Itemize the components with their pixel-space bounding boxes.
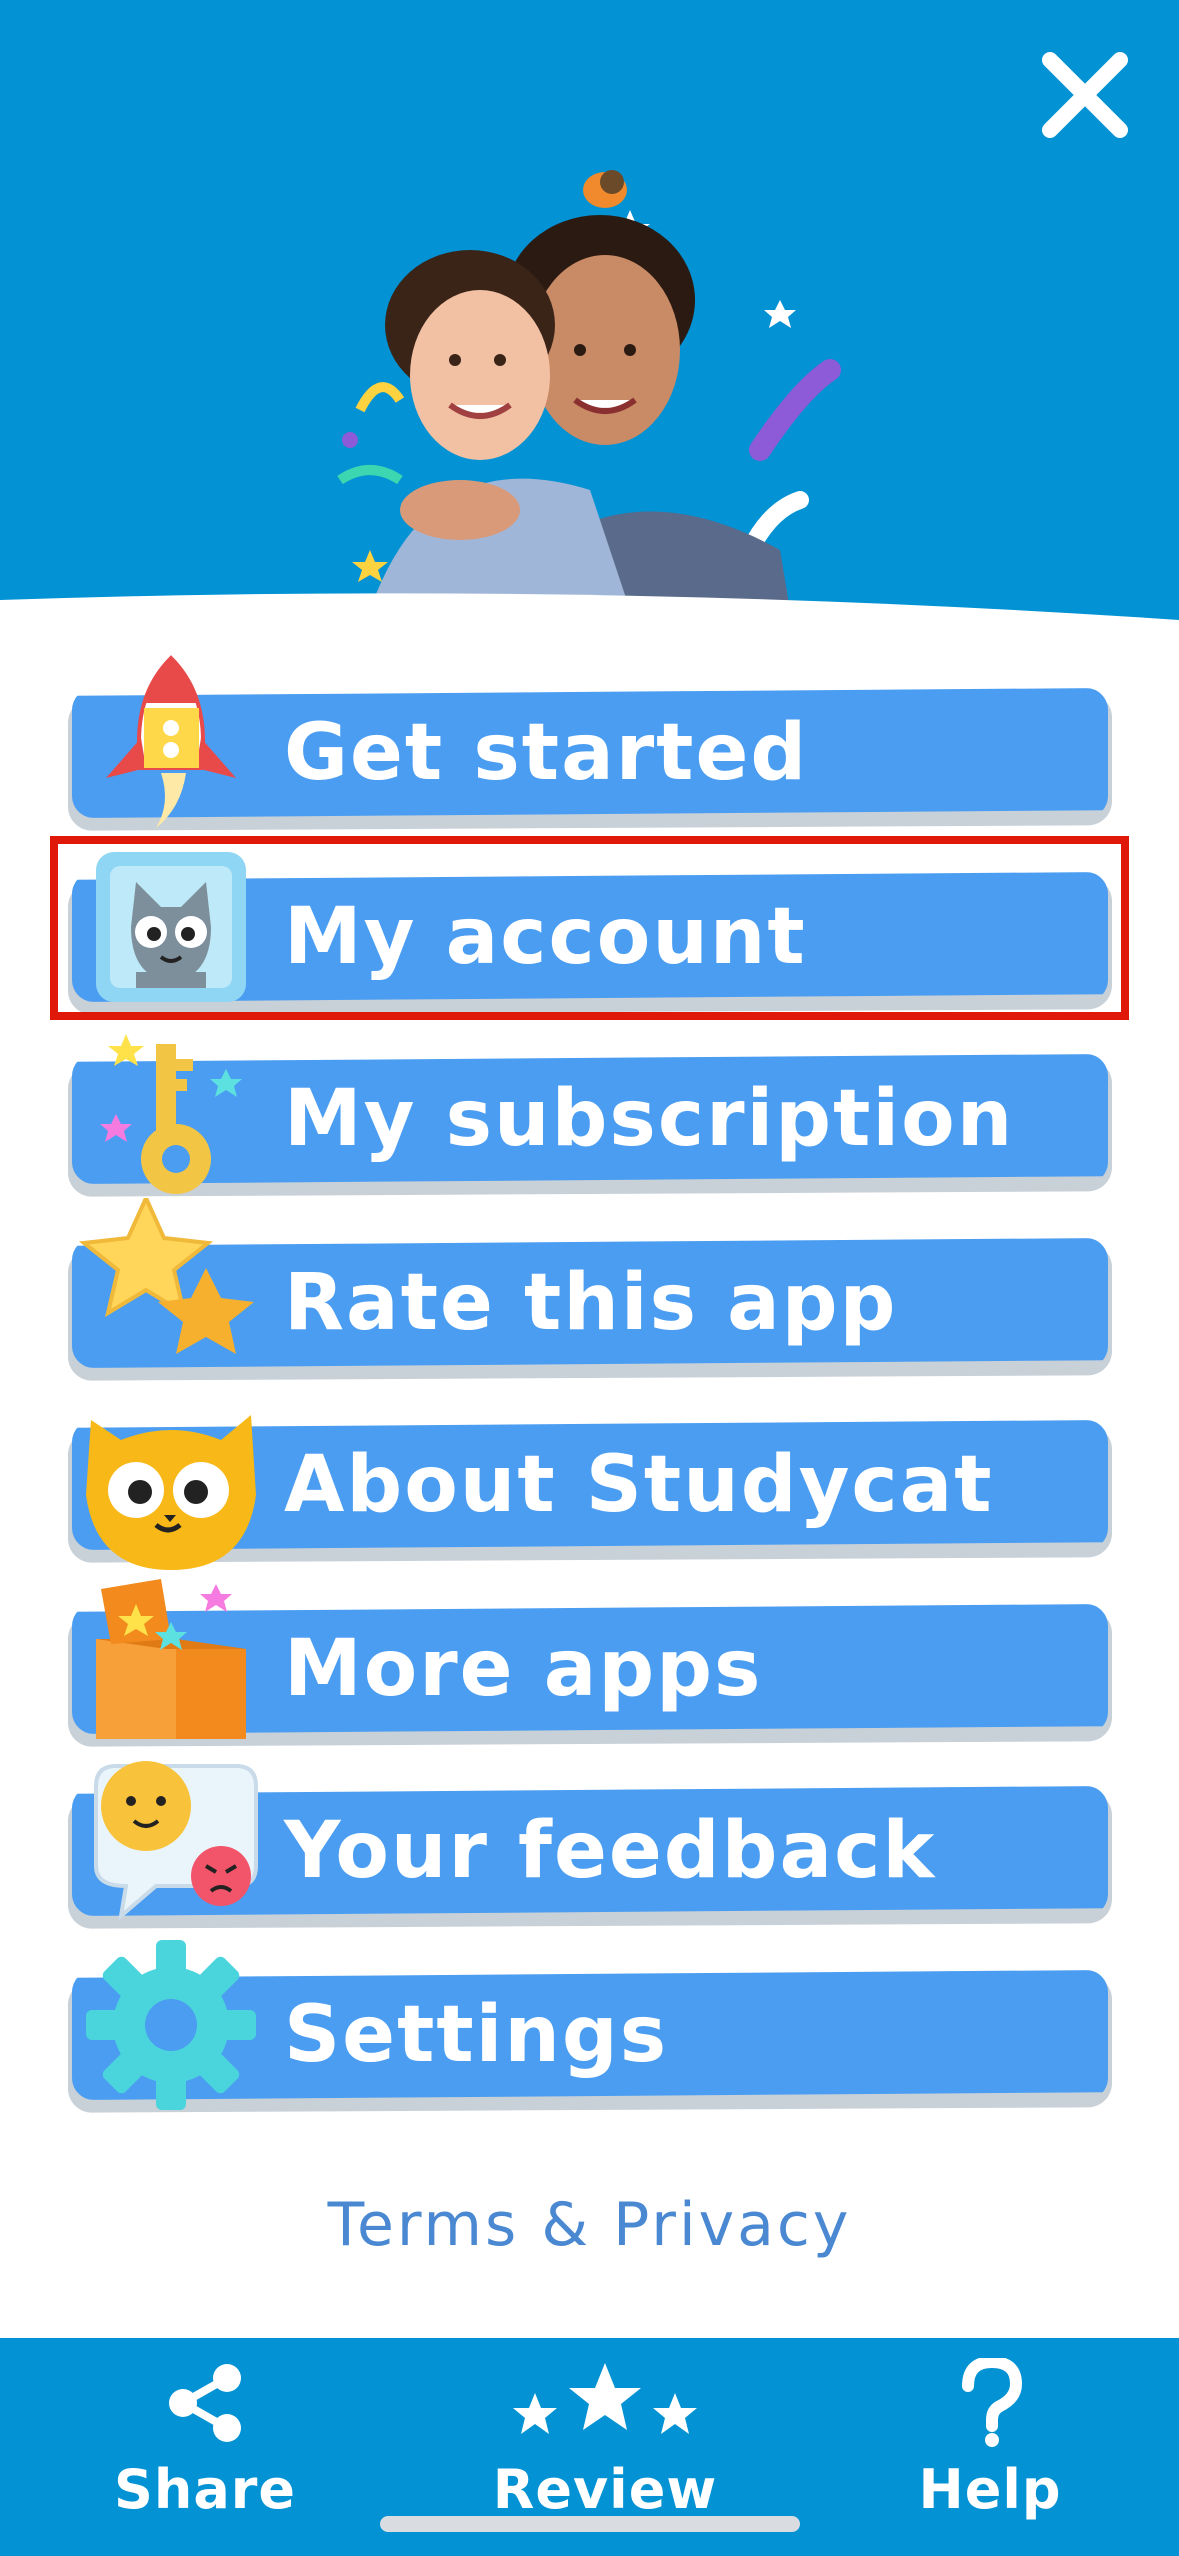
rate-this-app-button[interactable]: Rate this app [68,1198,1112,1381]
menu-item-label: Rate this app [284,1258,898,1348]
review-stars-icon [513,2363,697,2434]
your-feedback-button[interactable]: Your feedback [68,1761,1112,1929]
feedback-bubble-icon [94,1761,258,1922]
my-subscription-button[interactable]: My subscription [68,1034,1112,1197]
more-apps-button[interactable]: More apps [68,1579,1112,1747]
help-tab[interactable]: Help [840,2358,1140,2538]
menu-list: Get started My account My subscription R… [0,0,1179,2556]
review-tab[interactable]: Review [455,2358,755,2538]
terms-privacy-link[interactable]: Terms & Privacy [0,2180,1179,2270]
studycat-face-icon [86,1415,256,1570]
key-icon [100,1034,242,1194]
menu-item-label: Get started [284,708,809,798]
get-started-button[interactable]: Get started [68,655,1112,831]
stars-icon [78,1198,254,1354]
review-label: Review [492,2458,718,2521]
selection-highlight [50,836,1129,1020]
settings-button[interactable]: Settings [68,1940,1112,2113]
share-icon [169,2364,241,2442]
menu-item-label: More apps [284,1624,763,1714]
menu-item-label: Your feedback [284,1806,937,1896]
share-tab[interactable]: Share [55,2358,355,2538]
menu-item-label: My subscription [284,1074,1015,1164]
share-label: Share [113,2458,297,2521]
home-indicator[interactable] [380,2516,800,2532]
question-mark-icon [962,2358,1023,2447]
menu-item-label: About Studycat [284,1440,994,1530]
menu-item-label: Settings [284,1990,669,2080]
gear-icon [86,1940,256,2110]
help-label: Help [918,2458,1062,2521]
rocket-icon [106,655,236,828]
about-studycat-button[interactable]: About Studycat [68,1415,1112,1570]
box-icon [96,1579,246,1739]
